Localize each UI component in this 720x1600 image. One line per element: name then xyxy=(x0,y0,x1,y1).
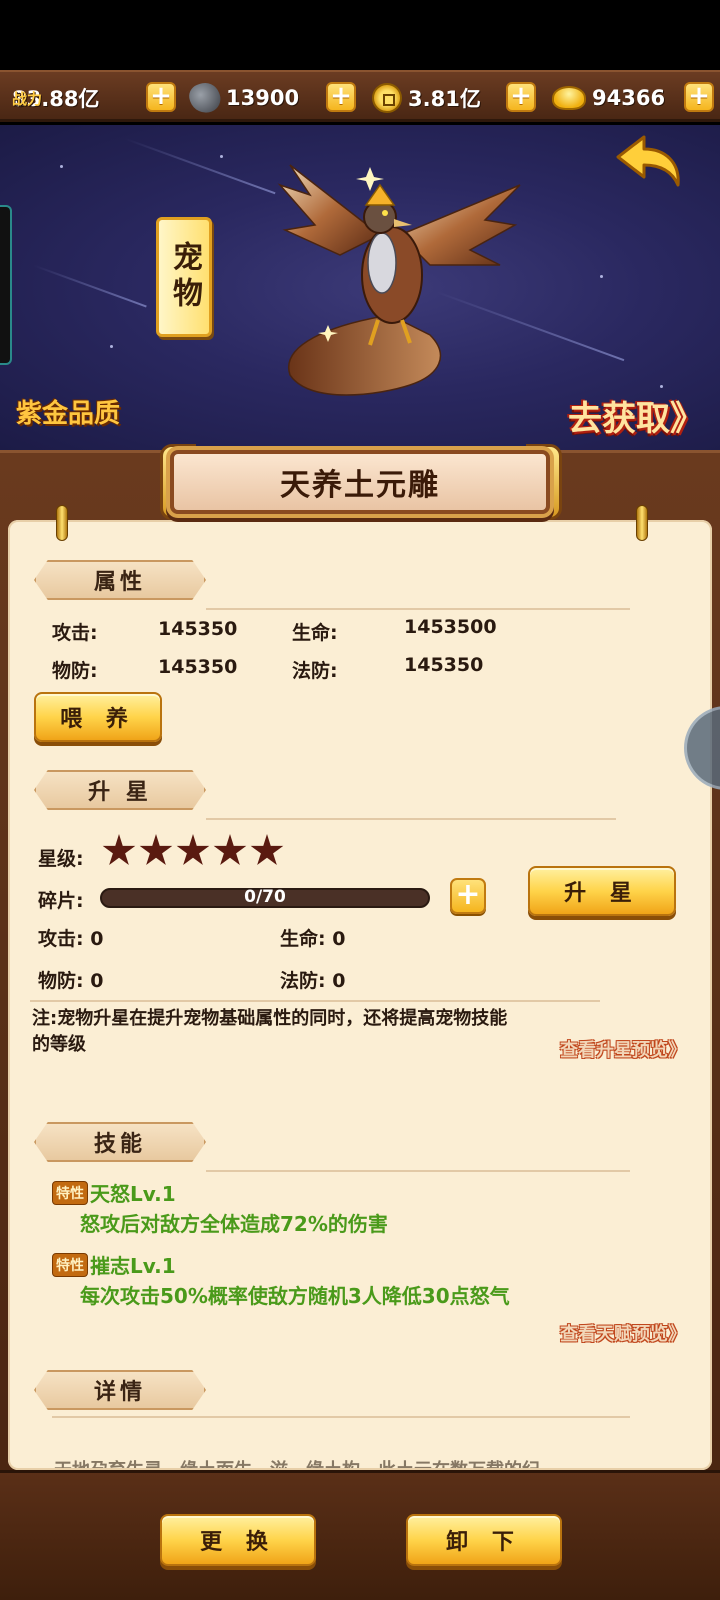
back-arrow-icon[interactable] xyxy=(614,133,684,189)
skill-1-name: 天怒Lv.1 xyxy=(90,1182,176,1206)
ore-display: 13900 xyxy=(185,78,300,118)
pet-name-title: 天养土元雕 xyxy=(170,450,550,514)
skills-section-title: 技能 xyxy=(34,1122,206,1162)
divider xyxy=(206,818,616,820)
skill-1-header: 特性 天怒Lv.1 xyxy=(52,1178,176,1207)
shard-progress-text: 0/70 xyxy=(244,887,286,907)
star-icon xyxy=(102,834,136,865)
add-ore-button[interactable]: + xyxy=(326,82,356,112)
coin-icon xyxy=(372,83,402,113)
unequip-button[interactable]: 卸 下 xyxy=(406,1514,562,1566)
star-up-section-title: 升 星 xyxy=(34,770,206,810)
star-rating xyxy=(102,834,284,868)
scroll-pin-right xyxy=(636,505,648,541)
coin-value: 3.81亿 xyxy=(408,87,481,111)
attack-value: 145350 xyxy=(158,618,238,640)
star-up-note: 注:宠物升星在提升宠物基础属性的同时，还将提高宠物技能的等级 xyxy=(32,1008,508,1055)
star-icon xyxy=(139,834,173,865)
star-icon xyxy=(213,834,247,865)
ore-value: 13900 xyxy=(226,86,300,110)
divider xyxy=(206,608,630,610)
shard-progress-bar: 0/70 xyxy=(100,887,430,908)
phoenix-pet-icon xyxy=(277,164,521,396)
add-power-button[interactable]: + xyxy=(146,82,176,112)
pdef-value: 145350 xyxy=(158,656,238,678)
obtain-link[interactable]: 去获取》 xyxy=(568,391,704,440)
hp-value: 1453500 xyxy=(404,616,497,638)
bottom-action-bar xyxy=(0,1470,720,1600)
star-icon xyxy=(176,834,210,865)
mdef-label: 法防: xyxy=(292,660,338,682)
scroll-pin-left xyxy=(56,505,68,541)
divider xyxy=(206,1170,630,1172)
talent-preview-link[interactable]: 查看天赋预览》 xyxy=(560,1320,686,1346)
attributes-section-title: 属性 xyxy=(34,560,206,600)
star-mdef-line: 法防: 0 xyxy=(280,970,346,992)
attack-label: 攻击: xyxy=(52,622,98,644)
ingot-value: 94366 xyxy=(592,86,666,110)
quality-label: 紫金品质 xyxy=(16,399,121,429)
star-hp-line: 生命: 0 xyxy=(280,928,346,950)
star-attack-line: 攻击: 0 xyxy=(38,928,104,950)
pdef-label: 物防: xyxy=(52,660,98,682)
skill-1-desc: 怒攻后对敌方全体造成72%的伤害 xyxy=(80,1212,388,1236)
pet-tab[interactable]: 宠物 xyxy=(156,217,212,337)
trait-badge: 特性 xyxy=(52,1252,88,1277)
trait-badge: 特性 xyxy=(52,1180,88,1205)
star-up-button[interactable]: 升 星 xyxy=(528,866,676,916)
resource-bar: 战力 83.88亿 + 13900 + 3.81亿 + 94366 + xyxy=(0,70,720,122)
gold-ingot-icon xyxy=(552,86,586,110)
hp-label: 生命: xyxy=(292,622,338,644)
add-coin-button[interactable]: + xyxy=(506,82,536,112)
ore-icon xyxy=(185,78,225,118)
star-up-preview-link[interactable]: 查看升星预览》 xyxy=(560,1036,686,1062)
power-display: 战力 83.88亿 xyxy=(12,80,99,116)
replace-button[interactable]: 更 换 xyxy=(160,1514,316,1566)
star-level-label: 星级: xyxy=(38,848,84,870)
feed-button[interactable]: 喂 养 xyxy=(34,692,162,742)
coin-display: 3.81亿 xyxy=(372,80,481,116)
add-ingot-button[interactable]: + xyxy=(684,82,714,112)
star-icon xyxy=(250,834,284,865)
pet-banner: 宠物 紫金品质 去获取》 xyxy=(0,125,720,450)
divider xyxy=(30,1000,600,1002)
shard-label: 碎片: xyxy=(38,890,84,912)
add-shard-button[interactable]: + xyxy=(450,878,486,914)
skill-2-desc: 每次攻击50%概率使敌方随机3人降低30点怒气 xyxy=(80,1284,510,1308)
status-area xyxy=(0,0,720,70)
power-label: 战力 xyxy=(12,89,43,108)
side-strip xyxy=(0,205,12,365)
skill-2-header: 特性 摧志Lv.1 xyxy=(52,1250,176,1279)
ingot-display: 94366 xyxy=(552,80,665,116)
details-section-title: 详情 xyxy=(34,1370,206,1410)
star-pdef-line: 物防: 0 xyxy=(38,970,104,992)
details-text: 天地孕育生灵，缘土而生，滋，缘土构，此土元在数万载的纪 xyxy=(54,1456,540,1468)
skill-2-name: 摧志Lv.1 xyxy=(90,1254,176,1278)
mdef-value: 145350 xyxy=(404,654,484,676)
divider xyxy=(52,1416,630,1418)
